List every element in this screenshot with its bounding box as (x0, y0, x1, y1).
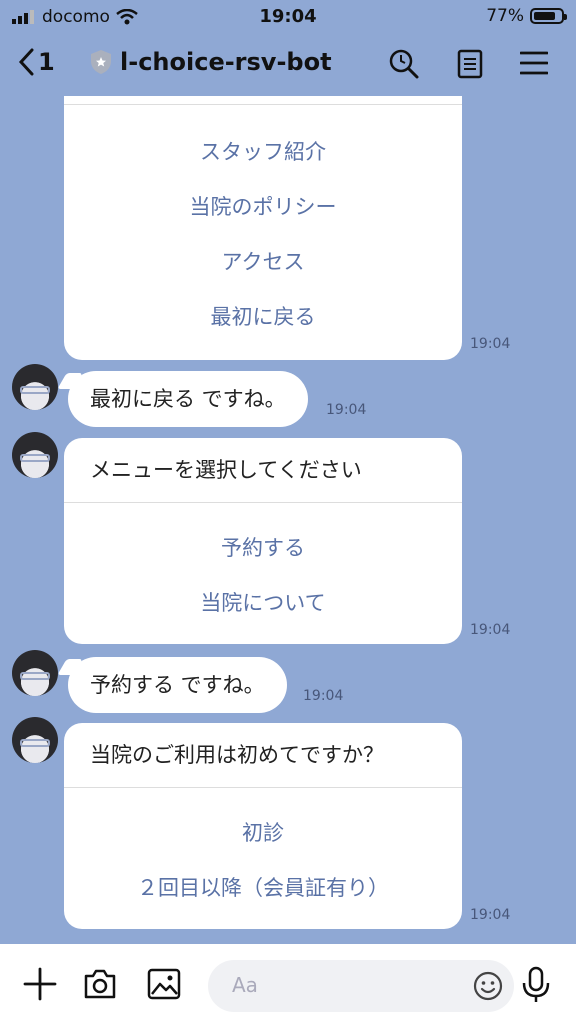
back-chevron-icon (18, 48, 34, 76)
avatar[interactable] (12, 364, 58, 410)
timestamp: 19:04 (470, 907, 511, 923)
chat-title: l-choice-rsv-bot (90, 48, 332, 76)
camera-icon[interactable] (82, 966, 118, 1002)
avatar[interactable] (12, 717, 58, 763)
back-button[interactable]: 1 (18, 48, 55, 76)
battery-status: 77% (486, 6, 567, 26)
avatar[interactable] (12, 432, 58, 478)
chat-header: 1 l-choice-rsv-bot (0, 34, 576, 96)
battery-icon (530, 8, 567, 24)
emoji-icon[interactable] (472, 970, 504, 1002)
timestamp: 19:04 (303, 688, 344, 704)
card-title: メニューを選択してください (64, 438, 462, 503)
mic-icon[interactable] (520, 966, 552, 1004)
card-title: 当院のご利用は初めてですか？ (64, 723, 462, 788)
plus-icon[interactable] (22, 966, 58, 1002)
battery-percent: 77% (486, 6, 524, 26)
option-first-visit[interactable]: 初診 (64, 806, 462, 861)
timestamp: 19:04 (470, 622, 511, 638)
search-icon[interactable] (388, 48, 420, 80)
timestamp: 19:04 (470, 336, 511, 352)
option-access[interactable]: アクセス (64, 235, 462, 290)
message-bubble: 予約する ですね。 (68, 657, 287, 713)
option-about-clinic[interactable]: 当院について (64, 576, 462, 631)
image-icon[interactable] (146, 966, 182, 1002)
message-composer: Aa (0, 944, 576, 1024)
avatar[interactable] (12, 650, 58, 696)
message-card-menu: 当院のご利用は初めてですか？ 初診 ２回目以降（会員証有り） (64, 723, 462, 929)
chat-title-text: l-choice-rsv-bot (120, 48, 332, 76)
option-policy[interactable]: 当院のポリシー (64, 180, 462, 235)
message-card-menu: メニューを選択してください 予約する 当院について (64, 438, 462, 644)
option-back-to-start[interactable]: 最初に戻る (64, 290, 462, 345)
notes-icon[interactable] (456, 48, 484, 80)
message-input[interactable]: Aa (208, 960, 514, 1012)
option-staff[interactable]: スタッフ紹介 (64, 125, 462, 180)
message-bubble: 最初に戻る ですね。 (68, 371, 308, 427)
option-return-visit[interactable]: ２回目以降（会員証有り） (64, 861, 462, 916)
menu-icon[interactable] (520, 48, 548, 78)
unread-count: 1 (38, 48, 55, 76)
option-reserve[interactable]: 予約する (64, 521, 462, 576)
status-bar: docomo 19:04 77% (0, 0, 576, 34)
timestamp: 19:04 (326, 402, 367, 418)
message-card-menu: スタッフ紹介 当院のポリシー アクセス 最初に戻る (64, 96, 462, 360)
message-input-placeholder: Aa (232, 973, 258, 997)
shield-icon (91, 50, 111, 74)
